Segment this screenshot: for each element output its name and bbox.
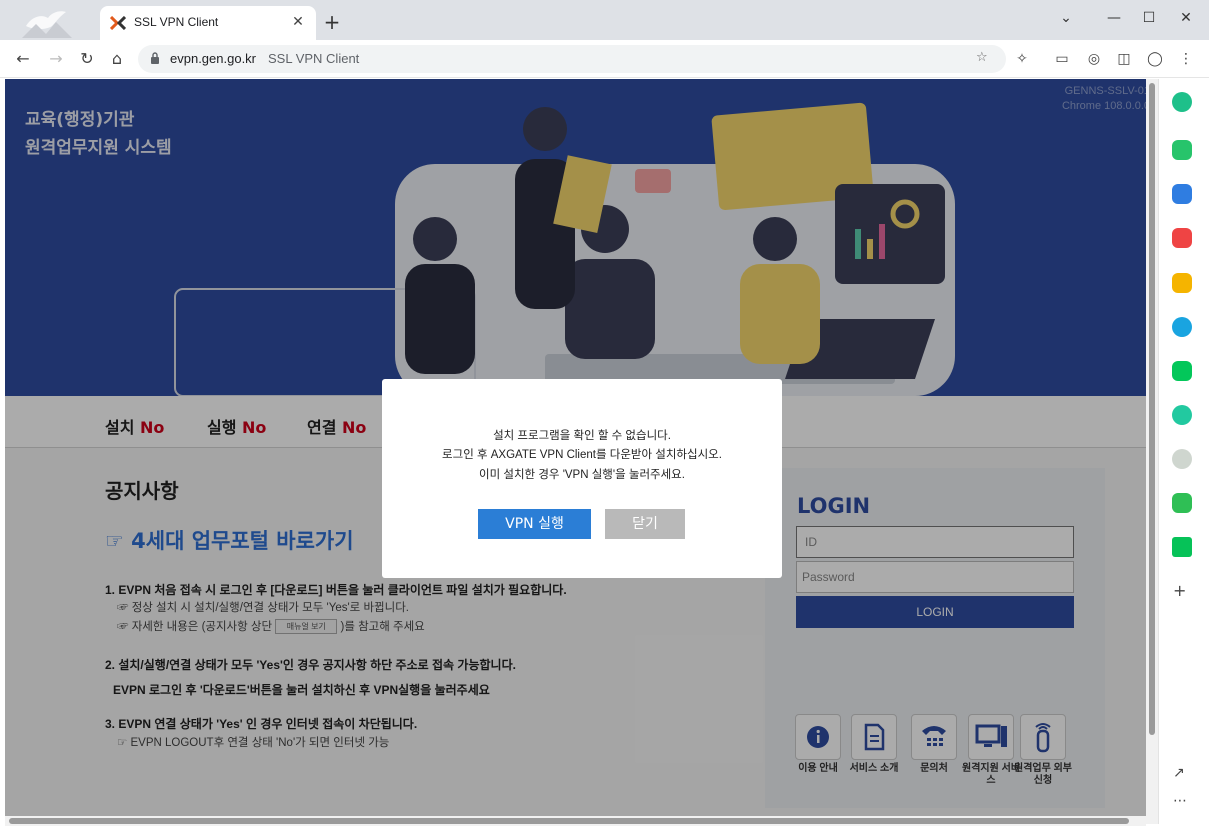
forward-arrow-icon[interactable]: → (45, 48, 67, 70)
active-tab[interactable]: SSL VPN Client ✕ (100, 6, 316, 40)
bookmark-star-icon[interactable]: ☆ (976, 50, 988, 65)
browser-window: SSL VPN Client ✕ + ⌄ — ☐ ✕ ← → ↻ ⌂ evpn.… (0, 0, 1209, 832)
cast-icon[interactable]: ▭ (1052, 49, 1072, 69)
sidebar-external-link-icon[interactable]: ↗ (1173, 765, 1185, 781)
address-bar[interactable]: evpn.gen.go.kr SSL VPN Client ☆ (138, 45, 1006, 73)
sidebar-character-icon[interactable] (1172, 449, 1192, 469)
browser-logo-icon (22, 11, 72, 38)
horizontal-scrollbar[interactable] (5, 816, 1146, 826)
new-tab-button[interactable]: + (322, 12, 342, 32)
tab-bar: SSL VPN Client ✕ + ⌄ — ☐ ✕ (0, 0, 1209, 40)
sidebar-pocket-icon[interactable] (1172, 228, 1192, 248)
vertical-scrollbar[interactable] (1146, 79, 1158, 824)
dialog-line3: 이미 설치한 경우 'VPN 실행'을 눌러주세요. (479, 469, 685, 481)
minimize-icon[interactable]: — (1102, 8, 1126, 28)
axgate-favicon-icon (110, 16, 126, 30)
screenshot-icon[interactable]: ◎ (1084, 49, 1104, 69)
url-page-title: SSL VPN Client (268, 51, 360, 66)
browser-sidebar: + ↗ ⋯ (1158, 79, 1204, 824)
menu-dots-icon[interactable]: ⋮ (1176, 49, 1196, 69)
maximize-icon[interactable]: ☐ (1137, 8, 1161, 28)
extensions-icon[interactable]: ✧ (1012, 49, 1032, 69)
dialog-close-button[interactable]: 닫기 (605, 509, 685, 539)
sidebar-video-icon[interactable] (1172, 537, 1192, 557)
page-content: 교육(행정)기관 원격업무지원 시스템 GENNS-SSLV-01 Chrome… (5, 79, 1158, 824)
dialog-line1: 설치 프로그램을 확인 할 수 없습니다. (493, 430, 671, 442)
sidebar-play-icon[interactable] (1172, 405, 1192, 425)
home-icon[interactable]: ⌂ (106, 48, 128, 70)
tab-search-icon[interactable]: ⌄ (1054, 8, 1078, 28)
sidebar-briefcase-icon[interactable] (1172, 184, 1192, 204)
sidebar-webtoon-icon[interactable] (1172, 493, 1192, 513)
sidebar-note-icon[interactable] (1172, 361, 1192, 381)
url-host: evpn.gen.go.kr (170, 51, 257, 66)
profile-icon[interactable]: ◯ (1145, 49, 1165, 69)
sidebar-edge-icon[interactable] (1172, 317, 1192, 337)
side-panel-icon[interactable]: ◫ (1114, 49, 1134, 69)
sidebar-app-icon-1[interactable] (1172, 92, 1192, 112)
back-arrow-icon[interactable]: ← (12, 48, 34, 70)
tab-close-icon[interactable]: ✕ (288, 12, 308, 32)
lock-icon (151, 52, 159, 64)
sidebar-add-icon[interactable]: + (1173, 581, 1186, 600)
vpn-run-button[interactable]: VPN 실행 (478, 509, 591, 539)
vertical-scroll-thumb[interactable] (1149, 83, 1155, 735)
horizontal-scroll-thumb[interactable] (9, 818, 1129, 824)
dialog-line2: 로그인 후 AXGATE VPN Client를 다운받아 설치하십시오. (442, 449, 722, 461)
reload-icon[interactable]: ↻ (76, 48, 98, 70)
install-dialog: 설치 프로그램을 확인 할 수 없습니다. 로그인 후 AXGATE VPN C… (382, 379, 782, 578)
close-window-icon[interactable]: ✕ (1174, 8, 1198, 28)
browser-toolbar: ← → ↻ ⌂ evpn.gen.go.kr SSL VPN Client ☆ … (0, 40, 1209, 78)
tab-title: SSL VPN Client (134, 15, 219, 29)
sidebar-more-icon[interactable]: ⋯ (1173, 793, 1187, 809)
sidebar-star-icon[interactable] (1172, 273, 1192, 293)
sidebar-notification-icon[interactable] (1172, 140, 1192, 160)
